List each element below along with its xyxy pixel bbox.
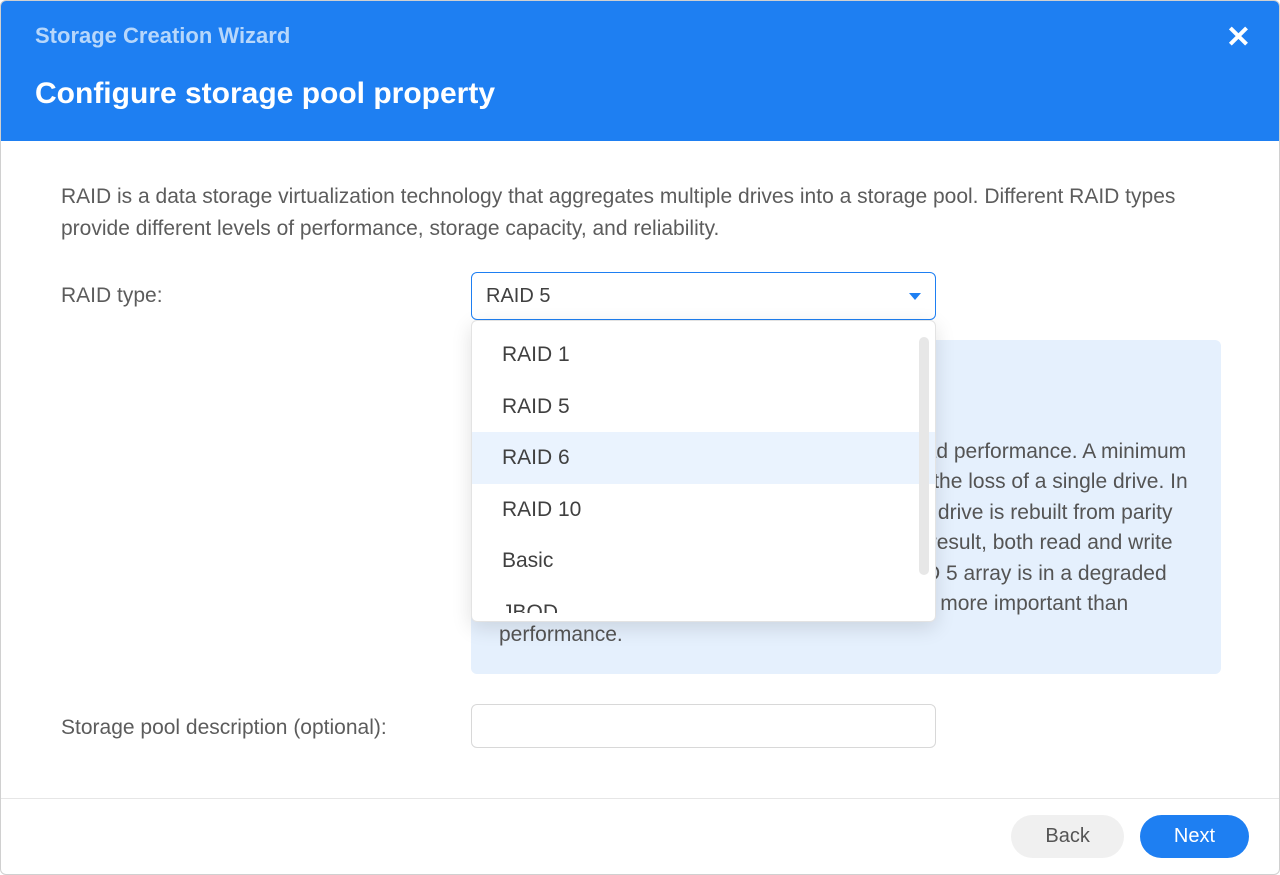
wizard-header: Storage Creation Wizard ✕ Configure stor… <box>1 1 1279 141</box>
dropdown-option-raid6[interactable]: RAID 6 <box>472 432 935 484</box>
dropdown-scrollbar[interactable] <box>919 337 929 575</box>
wizard-content: RAID is a data storage virtualization te… <box>1 141 1279 798</box>
description-input[interactable] <box>471 704 936 748</box>
intro-text: RAID is a data storage virtualization te… <box>61 181 1219 244</box>
wizard-window: Storage Creation Wizard ✕ Configure stor… <box>0 0 1280 875</box>
description-label: Storage pool description (optional): <box>61 704 471 744</box>
dropdown-option-raid10[interactable]: RAID 10 <box>472 484 935 536</box>
next-button[interactable]: Next <box>1140 815 1249 858</box>
dropdown-option-raid1[interactable]: RAID 1 <box>472 329 935 381</box>
dropdown-option-raid5[interactable]: RAID 5 <box>472 381 935 433</box>
raid-type-dropdown: RAID 1 RAID 5 RAID 6 RAID 10 Basic JBOD … <box>471 320 936 622</box>
wizard-title: Storage Creation Wizard <box>35 23 1245 49</box>
dropdown-option-basic[interactable]: Basic <box>472 535 935 587</box>
back-button[interactable]: Back <box>1011 815 1123 858</box>
description-row: Storage pool description (optional): <box>61 704 1219 748</box>
close-icon[interactable]: ✕ <box>1226 23 1251 53</box>
chevron-down-icon <box>909 293 921 300</box>
raid-type-label: RAID type: <box>61 272 471 312</box>
raid-type-row: RAID type: RAID 5 RAID 1 RAID 5 RAID 6 R… <box>61 272 1219 320</box>
dropdown-scroll: RAID 1 RAID 5 RAID 6 RAID 10 Basic JBOD … <box>472 329 935 613</box>
wizard-footer: Back Next <box>1 798 1279 874</box>
raid-type-select[interactable]: RAID 5 <box>471 272 936 320</box>
raid-type-selected-value: RAID 5 <box>486 281 550 311</box>
step-title: Configure storage pool property <box>35 77 1245 111</box>
dropdown-option-jbod[interactable]: JBOD <box>472 587 935 614</box>
